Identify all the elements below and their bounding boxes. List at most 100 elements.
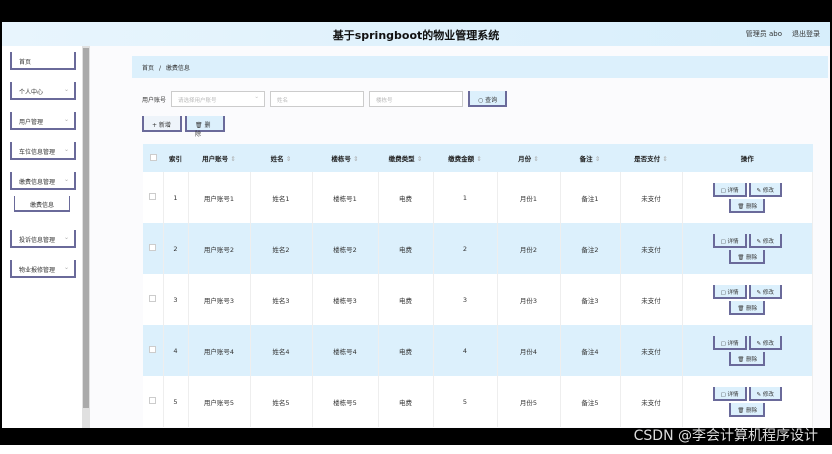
account-label: 用户账号	[142, 96, 167, 104]
table-row: 5 用户账号5 姓名5 楼栋号5 电费 5 月份5 备注5 未支付 ▢ 详情 ✎ 修改 🗑 删除	[143, 376, 813, 427]
sidebar-item-users[interactable]: 用户管理 ⌄	[10, 112, 76, 130]
building-input[interactable]: 楼栋号	[369, 91, 464, 107]
label: 个人中心	[19, 89, 44, 96]
breadcrumb-separator: /	[158, 65, 161, 72]
account-select[interactable]: 请选择用户账号 ⌄	[171, 91, 266, 107]
sidebar-item-repairs[interactable]: 物业报修管理 ⌄	[10, 260, 76, 278]
label: 首页	[19, 59, 32, 66]
actions-cell: ▢ 详情 ✎ 修改 🗑 删除	[682, 325, 813, 376]
cell-month: 月份5	[497, 376, 561, 427]
cell-amount: 4	[433, 325, 498, 376]
row-checkbox-cell[interactable]	[143, 223, 164, 274]
edit-button[interactable]: ✎ 修改	[748, 386, 782, 401]
cell-month: 月份2	[497, 223, 561, 274]
row-delete-button[interactable]: 🗑 删除	[729, 351, 766, 366]
table-row: 4 用户账号4 姓名4 楼栋号4 电费 4 月份4 备注4 未支付 ▢ 详情 ✎ 修改 🗑 删除	[143, 325, 813, 376]
row-checkbox[interactable]	[149, 346, 157, 353]
row-delete-button[interactable]: 🗑 删除	[729, 300, 766, 315]
col-remark[interactable]: 备注 ⇕	[560, 144, 620, 172]
col-paid[interactable]: 是否支付 ⇕	[620, 144, 682, 172]
add-button[interactable]: + 新增	[142, 116, 182, 132]
edit-button[interactable]: ✎ 修改	[748, 182, 782, 197]
watermark: CSDN @李会计算机程序设计	[633, 428, 818, 444]
actions-cell: ▢ 详情 ✎ 修改 🗑 删除	[682, 172, 813, 223]
cell-month: 月份1	[497, 172, 561, 223]
detail-button[interactable]: ▢ 详情	[712, 233, 747, 248]
sidebar-item-parking[interactable]: 车位信息管理 ⌄	[10, 142, 76, 160]
row-checkbox[interactable]	[149, 397, 157, 404]
cell-account: 用户账号3	[188, 274, 251, 325]
label: 查询	[485, 97, 498, 104]
delete-button[interactable]: 🗑 删除	[185, 116, 225, 138]
cell-index: 5	[163, 376, 189, 427]
col-type[interactable]: 缴费类型 ⇕	[378, 144, 433, 172]
caption-strip	[0, 445, 832, 454]
detail-button[interactable]: ▢ 详情	[712, 335, 747, 350]
cell-remark: 备注5	[560, 376, 621, 427]
row-checkbox[interactable]	[149, 244, 157, 251]
placeholder: 请选择用户账号	[178, 98, 217, 104]
col-building[interactable]: 楼栋号 ⇕	[312, 144, 378, 172]
cell-paid: 未支付	[620, 274, 683, 325]
row-checkbox[interactable]	[149, 193, 157, 200]
label: 用户管理	[19, 119, 44, 126]
cell-type: 电费	[378, 172, 434, 223]
name-input[interactable]: 姓名	[270, 91, 365, 107]
row-checkbox[interactable]	[149, 295, 157, 302]
user-label: 管理员 abo	[745, 30, 782, 38]
query-button[interactable]: ○ 查询	[468, 91, 508, 107]
edit-button[interactable]: ✎ 修改	[748, 284, 782, 299]
sort-icon: ⇕	[353, 155, 359, 163]
col-index: 索引	[163, 144, 188, 172]
detail-button[interactable]: ▢ 详情	[712, 182, 747, 197]
cell-building: 楼栋号1	[312, 172, 379, 223]
cell-amount: 5	[433, 376, 498, 427]
detail-button[interactable]: ▢ 详情	[712, 284, 747, 299]
cell-type: 电费	[378, 376, 434, 427]
cell-amount: 3	[433, 274, 498, 325]
sort-icon: ⇕	[416, 155, 423, 163]
sidebar-item-profile[interactable]: 个人中心 ⌄	[10, 82, 76, 100]
actions-cell: ▢ 详情 ✎ 修改 🗑 删除	[682, 274, 813, 325]
sidebar-item-payment[interactable]: 缴费信息管理 ⌄	[10, 172, 76, 190]
cell-amount: 1	[433, 172, 498, 223]
header: 基于springboot的物业管理系统 管理员 abo 退出登录	[2, 22, 830, 46]
col-name[interactable]: 姓名 ⇕	[250, 144, 312, 172]
chevron-down-icon: ⌄	[254, 94, 260, 100]
sidebar-item-home[interactable]: 首页	[10, 52, 76, 70]
row-checkbox-cell[interactable]	[143, 376, 164, 427]
detail-button[interactable]: ▢ 详情	[712, 386, 747, 401]
cell-account: 用户账号5	[188, 376, 251, 427]
row-checkbox-cell[interactable]	[143, 172, 164, 223]
sidebar-subitem-payment-info[interactable]: 缴费信息	[14, 196, 70, 212]
chevron-down-icon: ⌄	[63, 176, 69, 183]
sort-icon: ⇕	[285, 155, 292, 163]
main-content: 首页 / 缴费信息 用户账号 请选择用户账号 ⌄ 姓名 楼栋号 ○ 查询 + 新增…	[90, 46, 830, 428]
cell-name: 姓名4	[250, 325, 313, 376]
row-delete-button[interactable]: 🗑 删除	[729, 198, 766, 213]
sort-icon: ⇕	[476, 155, 482, 163]
chevron-down-icon: ⌄	[63, 234, 69, 241]
row-checkbox-cell[interactable]	[143, 325, 164, 376]
select-all-checkbox[interactable]	[149, 153, 157, 161]
row-delete-button[interactable]: 🗑 删除	[729, 402, 766, 417]
breadcrumb-home[interactable]: 首页	[142, 65, 154, 72]
cell-building: 楼栋号4	[312, 325, 379, 376]
col-month[interactable]: 月份 ⇕	[497, 144, 560, 172]
col-amount[interactable]: 缴费金额 ⇕	[433, 144, 497, 172]
label: 车位信息管理	[19, 149, 56, 156]
row-checkbox-cell[interactable]	[143, 274, 164, 325]
sidebar-item-complaints[interactable]: 投诉信息管理 ⌄	[10, 230, 76, 248]
edit-button[interactable]: ✎ 修改	[748, 335, 782, 350]
col-account[interactable]: 用户账号 ⇕	[188, 144, 250, 172]
row-delete-button[interactable]: 🗑 删除	[729, 249, 766, 264]
sidebar-scrollbar[interactable]	[82, 46, 90, 428]
logout-link[interactable]: 退出登录	[792, 30, 820, 38]
cell-account: 用户账号4	[188, 325, 251, 376]
scrollbar-thumb[interactable]	[83, 48, 89, 408]
cell-month: 月份4	[497, 325, 561, 376]
cell-index: 3	[163, 274, 189, 325]
breadcrumb-current: 缴费信息	[165, 65, 190, 72]
actions-cell: ▢ 详情 ✎ 修改 🗑 删除	[682, 376, 813, 427]
edit-button[interactable]: ✎ 修改	[748, 233, 782, 248]
